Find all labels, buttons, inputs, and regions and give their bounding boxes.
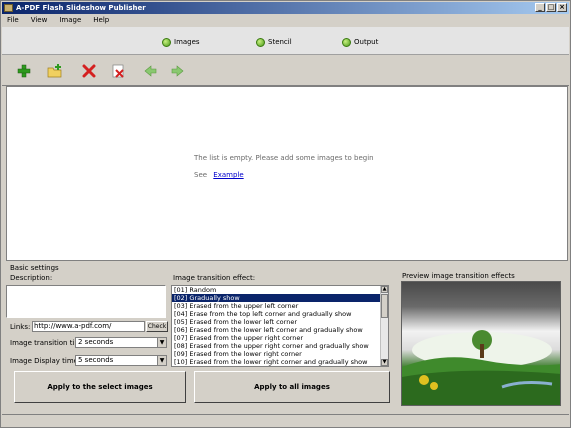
add-folder-button[interactable] bbox=[46, 62, 64, 80]
description-input[interactable] bbox=[6, 285, 166, 318]
scroll-up-icon[interactable]: ▲ bbox=[381, 286, 388, 293]
list-item[interactable]: [10] Erased from the lower right corner … bbox=[172, 358, 388, 366]
list-item-selected[interactable]: [02] Gradually show bbox=[172, 294, 388, 302]
list-item[interactable]: [09] Erased from the lower right corner bbox=[172, 350, 388, 358]
scroll-thumb[interactable] bbox=[381, 294, 388, 318]
move-right-button[interactable] bbox=[169, 62, 187, 80]
move-left-button[interactable] bbox=[141, 62, 159, 80]
empty-list-message: The list is empty. Please add some image… bbox=[194, 154, 374, 162]
display-time-label: Image Display time: bbox=[10, 357, 81, 365]
transition-time-value: 2 seconds bbox=[78, 338, 114, 346]
app-icon bbox=[4, 4, 13, 12]
list-item[interactable]: [01] Random bbox=[172, 286, 388, 294]
tab-stencil[interactable]: Stencil bbox=[256, 36, 292, 48]
list-item[interactable]: [03] Erased from the upper left corner bbox=[172, 302, 388, 310]
transition-effects-list[interactable]: [01] Random [02] Gradually show [03] Era… bbox=[171, 285, 389, 367]
preview-image bbox=[401, 281, 561, 406]
links-input[interactable]: http://www.a-pdf.com/ bbox=[32, 321, 145, 332]
delete-button[interactable] bbox=[80, 62, 98, 80]
tab-output-label: Output bbox=[354, 38, 379, 46]
list-item[interactable]: [08] Erased from the upper right corner … bbox=[172, 342, 388, 350]
effects-label: Image transition effect: bbox=[173, 274, 256, 282]
arrow-left-icon bbox=[144, 65, 157, 77]
menu-help[interactable]: Help bbox=[93, 15, 109, 26]
description-label: Description: bbox=[10, 274, 53, 282]
status-bar bbox=[2, 414, 569, 427]
window-controls: _ □ × bbox=[535, 3, 567, 12]
menu-image[interactable]: Image bbox=[59, 15, 81, 26]
tab-images[interactable]: Images bbox=[162, 36, 200, 48]
images-icon bbox=[162, 37, 171, 47]
stencil-icon bbox=[256, 37, 265, 47]
basic-settings-label: Basic settings bbox=[10, 264, 59, 272]
example-link[interactable]: Example bbox=[213, 171, 243, 179]
close-button[interactable]: × bbox=[557, 3, 567, 12]
menu-file[interactable]: File bbox=[7, 15, 19, 26]
display-time-select[interactable]: 5 seconds ▼ bbox=[75, 355, 167, 366]
apply-all-button[interactable]: Apply to all images bbox=[194, 371, 390, 403]
see-example-line: See Example bbox=[194, 171, 244, 179]
add-folder-icon bbox=[47, 64, 62, 78]
menu-bar: File View Image Help bbox=[2, 15, 569, 26]
chevron-down-icon: ▼ bbox=[157, 356, 166, 365]
chevron-down-icon: ▼ bbox=[157, 338, 166, 347]
apply-select-button[interactable]: Apply to the select images bbox=[14, 371, 186, 403]
toolbar bbox=[2, 56, 569, 86]
links-label: Links: bbox=[10, 323, 31, 331]
transition-time-select[interactable]: 2 seconds ▼ bbox=[75, 337, 167, 348]
output-icon bbox=[342, 37, 351, 47]
arrow-right-icon bbox=[171, 65, 184, 77]
window-title: A-PDF Flash Slideshow Publisher bbox=[16, 4, 146, 12]
check-button[interactable]: Check bbox=[146, 321, 168, 332]
list-item[interactable]: [07] Erased from the upper right corner bbox=[172, 334, 388, 342]
scroll-down-icon[interactable]: ▼ bbox=[381, 359, 388, 366]
tab-images-label: Images bbox=[174, 38, 200, 46]
list-item[interactable]: [04] Erase from the top left corner and … bbox=[172, 310, 388, 318]
navigation-tabs: Images Stencil Output bbox=[2, 27, 569, 55]
effects-scrollbar[interactable]: ▲ ▼ bbox=[380, 286, 388, 366]
delete-all-button[interactable] bbox=[109, 62, 127, 80]
add-icon bbox=[17, 64, 31, 78]
add-image-button[interactable] bbox=[15, 62, 33, 80]
delete-icon bbox=[82, 64, 96, 78]
display-time-value: 5 seconds bbox=[78, 356, 114, 364]
list-item[interactable]: [06] Erased from the lower left corner a… bbox=[172, 326, 388, 334]
preview-label: Preview image transition effects bbox=[402, 272, 515, 280]
image-list[interactable]: The list is empty. Please add some image… bbox=[6, 86, 568, 261]
maximize-button[interactable]: □ bbox=[546, 3, 556, 12]
list-item[interactable]: [05] Erased from the lower left corner bbox=[172, 318, 388, 326]
tab-output[interactable]: Output bbox=[342, 36, 378, 48]
app-window: A-PDF Flash Slideshow Publisher _ □ × Fi… bbox=[0, 0, 571, 428]
title-bar[interactable]: A-PDF Flash Slideshow Publisher _ □ × bbox=[2, 2, 569, 14]
see-label: See bbox=[194, 171, 208, 179]
menu-view[interactable]: View bbox=[31, 15, 48, 26]
delete-all-icon bbox=[112, 64, 124, 78]
preview-landscape-icon bbox=[402, 330, 560, 405]
minimize-button[interactable]: _ bbox=[535, 3, 545, 12]
tab-stencil-label: Stencil bbox=[268, 38, 292, 46]
